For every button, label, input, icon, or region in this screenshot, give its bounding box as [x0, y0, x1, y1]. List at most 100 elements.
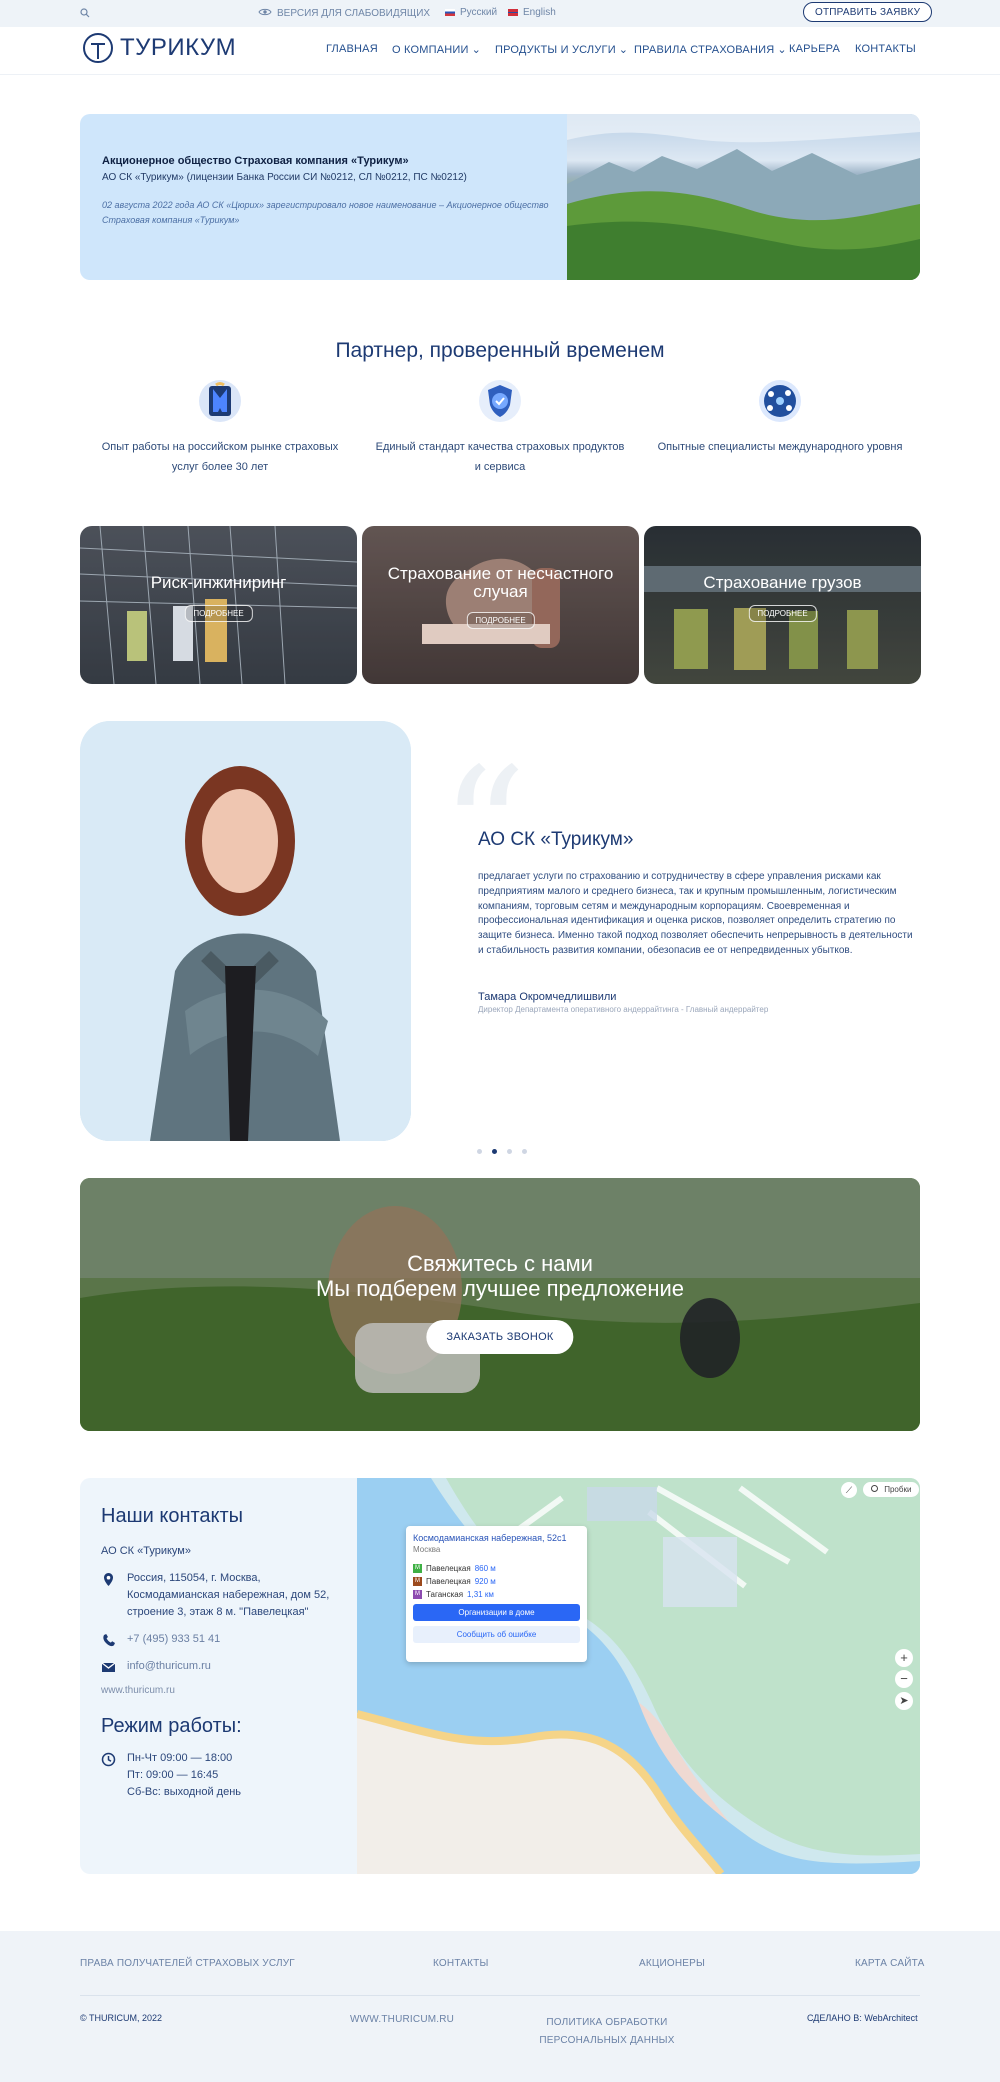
language-ru-label: Русский: [460, 7, 498, 18]
ruler-icon[interactable]: ⟋: [841, 1482, 857, 1498]
email[interactable]: info@thuricum.ru: [127, 1658, 211, 1675]
map-popup-city: Москва: [413, 1545, 441, 1554]
contacts-panel: Наши контакты АО СК «Турикум» Россия, 11…: [80, 1478, 357, 1874]
contacts-title: Наши контакты: [101, 1505, 244, 1527]
phone-row[interactable]: +7 (495) 933 51 41: [101, 1631, 336, 1648]
feature-experience: Опыт работы на российском рынке страховы…: [95, 380, 345, 478]
nav-rules[interactable]: ПРАВИЛА СТРАХОВАНИЯ ⌄: [634, 43, 787, 57]
feature-text-quality: Единый стандарт качества страховых проду…: [375, 441, 625, 473]
service-card-cargo[interactable]: Страхование грузов ПОДРОБНЕЕ: [644, 526, 921, 684]
traffic-button[interactable]: Пробки: [863, 1482, 920, 1497]
site-logo[interactable]: ТУРИКУМ: [83, 33, 236, 63]
made-by-text[interactable]: СДЕЛАНО В: WebArchitect: [807, 2013, 918, 2023]
hours-row: Пн-Чт 09:00 — 18:00 Пт: 09:00 — 16:45 Сб…: [101, 1750, 336, 1801]
metro-icon: M: [413, 1564, 422, 1573]
metro-station-2: Павелецкая: [426, 1577, 471, 1586]
service-card-risk[interactable]: Риск-инжиниринг ПОДРОБНЕЕ: [80, 526, 357, 684]
language-ru[interactable]: Русский: [445, 7, 497, 18]
traffic-icon: [871, 1485, 878, 1492]
globe-icon: [759, 380, 801, 422]
service-card-accident[interactable]: Страхование от несчастного случая ПОДРОБ…: [362, 526, 639, 684]
made-by-label: СДЕЛАНО В: WebArchitect: [807, 2013, 918, 2023]
footer-site-link[interactable]: WWW.THURICUM.RU: [350, 2014, 454, 2025]
feature-text-experience: Опыт работы на российском рынке страховы…: [101, 441, 339, 473]
language-en-label: English: [523, 7, 556, 18]
location-arrow-icon[interactable]: ➤: [895, 1692, 913, 1710]
hero-banner: Акционерное общество Страховая компания …: [80, 114, 920, 280]
hero-title: Акционерное общество Страховая компания …: [102, 155, 409, 167]
report-error-button[interactable]: Сообщить об ошибке: [413, 1626, 580, 1643]
carousel-dot[interactable]: [522, 1149, 527, 1154]
footer-link-sitemap[interactable]: КАРТА САЙТА: [855, 1958, 924, 1969]
card-button-cargo[interactable]: ПОДРОБНЕЕ: [748, 605, 817, 622]
accessibility-label: ВЕРСИЯ ДЛЯ СЛАБОВИДЯЩИХ: [277, 8, 431, 19]
metro-row-2: M Павелецкая 920 м: [413, 1577, 580, 1586]
map[interactable]: Космодамианская набережная, 52с1 Москва …: [357, 1478, 920, 1874]
mountain-image: [567, 114, 920, 280]
submit-request-label: ОТПРАВИТЬ ЗАЯВКУ: [815, 6, 921, 18]
quote-body: предлагает услуги по страхованию и сотру…: [478, 871, 913, 956]
location-icon: [104, 1573, 113, 1587]
company-name: АО СК «Турикум»: [101, 1545, 191, 1557]
cta-line1: Свяжитесь с нами: [407, 1251, 593, 1276]
cta-line2: Мы подберем лучшее предложение: [315, 1275, 685, 1301]
contact-cta-banner: Свяжитесь с нами Мы подберем лучшее пред…: [80, 1178, 920, 1431]
hero-text: Акционерное общество Страховая компания …: [102, 155, 552, 228]
contacts-section: Наши контакты АО СК «Турикум» Россия, 11…: [80, 1478, 920, 1874]
cta-title: Свяжитесь с нами Мы подберем лучшее пред…: [80, 1251, 920, 1301]
card-title-accident: Страхование от несчастного случая: [387, 564, 614, 601]
quote-role: Директор Департамента оперативного андер…: [478, 1005, 769, 1014]
nav-products[interactable]: ПРОДУКТЫ И УСЛУГИ ⌄: [495, 43, 629, 57]
email-row[interactable]: info@thuricum.ru: [101, 1658, 336, 1675]
nav-about[interactable]: О КОМПАНИИ ⌄: [392, 43, 481, 57]
nav-career[interactable]: КАРЬЕРА: [789, 43, 840, 55]
order-call-button[interactable]: ЗАКАЗАТЬ ЗВОНОК: [426, 1320, 574, 1354]
zoom-out-button[interactable]: −: [895, 1670, 913, 1688]
metro-distance-3: 1,31 км: [467, 1590, 494, 1599]
feature-quality: Единый стандарт качества страховых проду…: [375, 380, 625, 478]
submit-request-button[interactable]: ОТПРАВИТЬ ЗАЯВКУ: [803, 2, 933, 22]
phone[interactable]: +7 (495) 933 51 41: [127, 1631, 220, 1648]
map-popup: Космодамианская набережная, 52с1 Москва …: [406, 1526, 587, 1662]
card-title-cargo: Страхование грузов: [703, 573, 862, 592]
footer-link-rights[interactable]: ПРАВА ПОЛУЧАТЕЛЕЙ СТРАХОВЫХ УСЛУГ: [80, 1958, 295, 1969]
footer-divider: [80, 1995, 920, 1996]
carousel-dot-active[interactable]: [492, 1149, 497, 1154]
hero-note: 02 августа 2022 года АО СК «Цюрих» зарег…: [102, 199, 549, 225]
cta-overlay: [80, 1178, 920, 1431]
feature-specialists: Опытные специалисты международного уровн…: [655, 380, 905, 458]
feature-text-specialists: Опытные специалисты международного уровн…: [657, 441, 903, 453]
logo-text: ТУРИКУМ: [120, 34, 237, 61]
hours-line-2: Пт: 09:00 — 16:45: [127, 1769, 219, 1782]
metro-station-1: Павелецкая: [426, 1564, 471, 1573]
metro-row-3: M Таганская 1,31 км: [413, 1590, 580, 1599]
organizations-button[interactable]: Организации в доме: [413, 1604, 580, 1621]
footer-link-shareholders[interactable]: АКЦИОНЕРЫ: [639, 1958, 705, 1969]
experience-icon: [199, 380, 241, 422]
footer-policy-link[interactable]: ПОЛИТИКА ОБРАБОТКИ ПЕРСОНАЛЬНЫХ ДАННЫХ: [507, 2014, 707, 2050]
footer-link-contacts[interactable]: КОНТАКТЫ: [433, 1958, 489, 1969]
metro-icon: M: [413, 1577, 422, 1586]
website[interactable]: www.thuricum.ru: [101, 1685, 336, 1696]
language-en[interactable]: English: [508, 7, 556, 18]
carousel-dot[interactable]: [477, 1149, 482, 1154]
russia-flag-icon: [445, 9, 455, 16]
hours-line-1: Пн-Чт 09:00 — 18:00: [127, 1752, 233, 1765]
search-icon[interactable]: [80, 8, 90, 18]
logo-icon: [83, 33, 113, 63]
chevron-down-icon: ⌄: [618, 44, 629, 56]
working-hours-title: Режим работы:: [101, 1715, 242, 1738]
quote-author: Тамара Окромчедлишвили: [478, 991, 617, 1003]
address: Россия, 115054, г. Москва, Космодамианск…: [127, 1572, 330, 1619]
partner-title: Партнер, проверенный временем: [335, 339, 665, 362]
card-button-accident[interactable]: ПОДРОБНЕЕ: [466, 612, 535, 629]
carousel-dot[interactable]: [507, 1149, 512, 1154]
card-button-risk[interactable]: ПОДРОБНЕЕ: [184, 605, 253, 622]
nav-contacts[interactable]: КОНТАКТЫ: [855, 43, 916, 55]
nav-home[interactable]: ГЛАВНАЯ: [326, 43, 378, 55]
accessibility-link[interactable]: ВЕРСИЯ ДЛЯ СЛАБОВИДЯЩИХ: [258, 7, 430, 20]
clock-icon: [101, 1753, 116, 1767]
hours-line-3: Сб-Вс: выходной день: [127, 1786, 242, 1799]
address-row: Россия, 115054, г. Москва, Космодамианск…: [101, 1570, 336, 1621]
zoom-in-button[interactable]: +: [895, 1649, 913, 1667]
